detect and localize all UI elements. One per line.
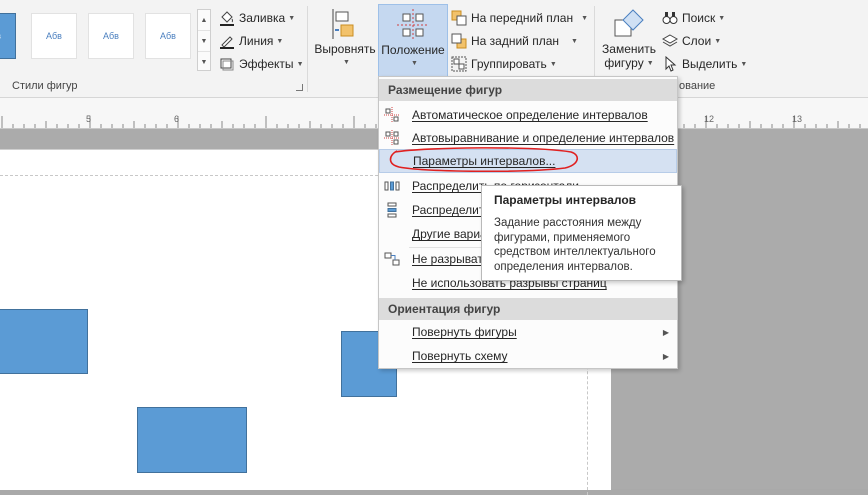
menu-item-label: Автоматическое определение интервалов — [412, 108, 648, 122]
auto-align-icon — [384, 130, 400, 146]
group-label-shape-styles: Стили фигур — [12, 80, 78, 92]
group-icon — [451, 56, 467, 72]
ruler-number: 12 — [704, 114, 715, 124]
align-icon — [327, 6, 363, 42]
bring-forward-label: На передний план — [471, 11, 574, 25]
effects-label: Эффекты — [239, 57, 294, 71]
layers-icon — [662, 33, 678, 49]
find-label: Поиск — [682, 11, 716, 25]
tooltip-body: Задание расстояния между фигурами, приме… — [494, 217, 656, 273]
ruler-number: 13 — [792, 114, 803, 124]
send-backward-label: На задний план — [471, 34, 560, 48]
group-button[interactable]: Группировать ▼ — [451, 54, 557, 74]
align-label: Выровнять — [314, 42, 376, 56]
dialog-launcher-icon[interactable] — [296, 84, 303, 91]
find-button[interactable]: Поиск ▼ — [662, 8, 725, 28]
menu-item-rotate-shapes[interactable]: Повернуть фигуры ▶ — [379, 320, 677, 344]
bring-forward-icon — [451, 10, 467, 26]
select-label: Выделить — [682, 57, 738, 71]
menu-item-rotate-diagram[interactable]: Повернуть схему ▶ — [379, 344, 677, 368]
position-label: Положение — [381, 43, 445, 57]
menu-item-label: Параметры интервалов... — [413, 154, 556, 168]
effects-icon — [219, 56, 235, 72]
menu-section-header: Размещение фигур — [379, 79, 677, 101]
menu-item-auto-align[interactable]: Автовыравнивание и определение интервало… — [379, 126, 677, 150]
tooltip-spacing-options: Параметры интервалов Задание расстояния … — [481, 185, 682, 281]
fill-button[interactable]: Заливка ▼ — [219, 8, 295, 28]
scroll-up-icon[interactable]: ▲ — [198, 10, 210, 31]
group-label-editing: ование — [679, 80, 716, 92]
cursor-icon — [662, 56, 678, 72]
line-button[interactable]: Линия ▼ — [219, 31, 283, 51]
menu-item-spacing-options[interactable]: Параметры интервалов... — [379, 149, 677, 173]
distribute-vertical-icon — [384, 202, 400, 218]
layers-button[interactable]: Слои ▼ — [662, 31, 721, 51]
rectangle-shape[interactable] — [0, 309, 88, 374]
layers-label: Слои — [682, 34, 712, 48]
menu-item-label: Повернуть фигуры — [412, 325, 517, 339]
position-button[interactable]: Положение ▼ — [378, 4, 448, 78]
change-shape-label-2: фигуру — [604, 56, 644, 70]
align-button[interactable]: Выровнять ▼ — [312, 4, 378, 74]
binoculars-icon — [662, 10, 678, 26]
auto-spacing-icon — [384, 107, 400, 123]
rectangle-shape[interactable] — [137, 407, 247, 473]
scroll-down-icon[interactable]: ▼ — [198, 31, 210, 52]
ruler-number: 6 — [174, 114, 180, 124]
fill-label: Заливка — [239, 11, 286, 25]
ribbon-separator — [307, 6, 308, 92]
change-shape-button[interactable]: Заменить фигуру ▼ — [599, 4, 659, 74]
menu-item-auto-spacing[interactable]: Автоматическое определение интервалов — [379, 103, 677, 127]
group-label: Группировать — [471, 57, 547, 71]
paint-bucket-icon — [219, 10, 235, 26]
shape-style-swatch[interactable]: Абв — [145, 13, 191, 59]
position-icon — [395, 7, 431, 43]
send-backward-button[interactable]: На задний план ▼ — [451, 31, 578, 51]
pen-icon — [219, 33, 235, 49]
menu-section-header: Ориентация фигур — [379, 298, 677, 320]
ruler-number: 5 — [86, 114, 92, 124]
shape-style-swatch[interactable]: Абв — [88, 13, 134, 59]
change-shape-icon — [611, 6, 647, 42]
send-backward-icon — [451, 33, 467, 49]
line-label: Линия — [239, 34, 274, 48]
submenu-arrow-icon: ▶ — [662, 327, 669, 337]
change-shape-label: Заменить — [602, 42, 656, 56]
shape-style-swatch[interactable]: Абв — [31, 13, 77, 59]
gallery-scroll[interactable]: ▲ ▼ ▼ — [197, 9, 211, 71]
bring-forward-button[interactable]: На передний план ▼ — [451, 8, 588, 28]
gallery-more-icon[interactable]: ▼ — [198, 52, 210, 72]
no-break-connector-icon — [384, 251, 400, 267]
submenu-arrow-icon: ▶ — [662, 351, 669, 361]
menu-item-label: Автовыравнивание и определение интервало… — [412, 131, 675, 145]
select-button[interactable]: Выделить ▼ — [662, 54, 747, 74]
menu-item-label: Повернуть схему — [412, 349, 508, 363]
distribute-horizontal-icon — [384, 178, 400, 194]
tooltip-title: Параметры интервалов — [494, 193, 637, 207]
shape-style-swatch[interactable]: Абв — [0, 13, 16, 59]
effects-button[interactable]: Эффекты ▼ — [219, 54, 304, 74]
